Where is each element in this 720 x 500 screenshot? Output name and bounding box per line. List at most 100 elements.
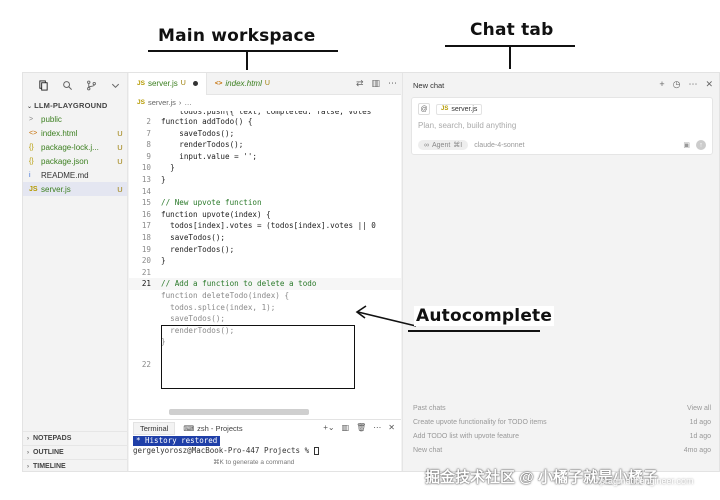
- chevron-right-icon: ›: [27, 463, 29, 470]
- file-name: package-lock.j...: [41, 142, 99, 152]
- code-line: 7 saveTodos();: [146, 128, 235, 138]
- add-terminal-icon[interactable]: +⌄: [323, 423, 334, 432]
- editor-pane: JS server.js U <> index.html U ⇄ ▥ ⋯ JS …: [129, 73, 401, 471]
- history-icon[interactable]: ◷: [673, 79, 681, 90]
- more-icon[interactable]: ⋯: [688, 79, 697, 90]
- terminal-output[interactable]: * History restored gergelyorosz@MacBook-…: [129, 436, 401, 455]
- source-control-icon[interactable]: [85, 79, 97, 91]
- close-icon[interactable]: ✕: [388, 423, 395, 432]
- breadcrumb-file[interactable]: server.js: [148, 98, 176, 107]
- file-name: package.json: [41, 156, 89, 166]
- breadcrumb-symbol[interactable]: …: [184, 98, 192, 107]
- annotation-autocomplete: Autocomplete: [414, 306, 555, 326]
- composer-footer: ∞ Agent ⌘I claude-4-sonnet ▣ ↑: [418, 140, 706, 150]
- code-line: 9 input.value = '';: [146, 151, 258, 161]
- breadcrumb-chevron: ›: [178, 97, 182, 107]
- trash-icon[interactable]: 🗑: [356, 423, 366, 432]
- tab-label: index.html: [225, 79, 262, 88]
- chat-title[interactable]: New chat: [413, 81, 444, 90]
- project-title[interactable]: ⌄ LLM-PLAYGROUND: [23, 97, 127, 112]
- code-line: 20}: [141, 256, 166, 266]
- git-status-badge: U: [180, 80, 186, 87]
- code-line: 17 todos[index].votes = (todos[index].vo…: [141, 221, 376, 231]
- file-name: public: [41, 114, 62, 124]
- file-item-index-html[interactable]: <> index.html U: [23, 126, 127, 140]
- ide-window: ⌄ LLM-PLAYGROUND > public <> index.html …: [22, 72, 720, 472]
- past-chat-item[interactable]: Create upvote functionality for TODO ite…: [413, 415, 711, 429]
- annotation-underline: [148, 50, 338, 52]
- past-chat-item[interactable]: Add TODO list with upvote feature 1d ago: [413, 429, 711, 443]
- code-line: 13}: [141, 174, 166, 184]
- terminal-hint: ⌘K to generate a command: [213, 459, 295, 466]
- past-chats-header: Past chats View all: [413, 405, 711, 412]
- chat-input[interactable]: Plan, search, build anything: [412, 117, 712, 134]
- more-icon[interactable]: ⋯: [373, 423, 381, 432]
- chevron-right-icon: ›: [27, 435, 29, 442]
- more-icon[interactable]: ⋯: [388, 78, 397, 89]
- cursor-icon: [313, 446, 319, 455]
- split-editor-icon[interactable]: ▥: [371, 78, 380, 89]
- annotation-underline: [408, 330, 540, 332]
- file-name: index.html: [41, 128, 78, 138]
- new-chat-icon[interactable]: +: [659, 79, 664, 90]
- js-file-icon: JS: [137, 98, 145, 106]
- autocomplete-highlight-box: [161, 325, 355, 389]
- section-timeline[interactable]: › TIMELINE: [23, 459, 128, 471]
- split-terminal-icon[interactable]: ▥: [342, 423, 350, 432]
- file-item-package-lock[interactable]: {} package-lock.j... U: [23, 140, 127, 154]
- editor-tabs: JS server.js U <> index.html U ⇄ ▥ ⋯: [129, 73, 401, 95]
- agent-mode-selector[interactable]: ∞ Agent ⌘I: [418, 140, 469, 150]
- terminal-shell-selector[interactable]: ⌨ zsh - Projects: [183, 424, 242, 433]
- code-line: 14: [141, 186, 151, 196]
- chevron-down-icon[interactable]: [109, 79, 121, 91]
- git-status-badge: U: [117, 156, 123, 166]
- context-file-chip[interactable]: JS server.js: [436, 103, 483, 115]
- html-file-icon: <>: [214, 80, 223, 87]
- section-notepads[interactable]: › NOTEPADS: [23, 431, 128, 445]
- code-line: 15// New upvote function: [141, 198, 262, 208]
- history-restored-label: * History restored: [133, 436, 221, 446]
- chat-header: New chat + ◷ ⋯ ✕: [403, 73, 719, 97]
- code-line: 10 }: [141, 163, 175, 173]
- send-icon[interactable]: ↑: [696, 140, 706, 150]
- chevron-right-icon: >: [29, 115, 34, 123]
- unsaved-dot-icon[interactable]: [192, 81, 198, 86]
- watermark-url: pragmaticengineer.com: [600, 476, 694, 486]
- file-item-server-js[interactable]: JS server.js U: [23, 182, 127, 196]
- section-outline[interactable]: › OUTLINE: [23, 445, 128, 459]
- tab-terminal[interactable]: Terminal: [133, 421, 176, 435]
- file-item-public[interactable]: > public: [23, 112, 127, 126]
- past-chat-item[interactable]: New chat 4mo ago: [413, 443, 711, 457]
- code-line-current: 21// Add a function to delete a todo: [129, 278, 401, 290]
- file-item-package-json[interactable]: {} package.json U: [23, 154, 127, 168]
- chat-tools: + ◷ ⋯ ✕: [659, 79, 713, 90]
- tab-server-js[interactable]: JS server.js U: [129, 73, 207, 95]
- file-item-readme[interactable]: i README.md: [23, 168, 127, 182]
- model-selector[interactable]: claude-4-sonnet: [474, 142, 524, 149]
- breadcrumb: JS server.js › …: [129, 95, 401, 109]
- js-file-icon: JS: [29, 185, 38, 193]
- chat-composer[interactable]: @ JS server.js Plan, search, build anythi…: [411, 97, 713, 155]
- annotation-main-workspace: Main workspace: [158, 26, 316, 46]
- view-all-link[interactable]: View all: [687, 405, 711, 412]
- compare-icon[interactable]: ⇄: [356, 78, 364, 89]
- js-file-icon: JS: [441, 106, 449, 112]
- code-line: 18 saveTodos();: [141, 232, 226, 242]
- chevron-right-icon: ›: [27, 449, 29, 456]
- files-icon[interactable]: [37, 79, 49, 91]
- json-file-icon: {}: [29, 143, 34, 151]
- image-icon[interactable]: ▣: [683, 141, 690, 149]
- annotation-arrow: [509, 47, 511, 69]
- git-status-badge: U: [117, 128, 123, 138]
- terminal-header: Terminal ⌨ zsh - Projects +⌄ ▥ 🗑 ⋯ ✕: [129, 420, 401, 436]
- search-icon[interactable]: [61, 79, 73, 91]
- horizontal-scrollbar[interactable]: [169, 409, 309, 415]
- file-name: server.js: [41, 184, 71, 194]
- tab-label: server.js: [147, 79, 178, 88]
- tab-index-html[interactable]: <> index.html U: [207, 73, 278, 95]
- terminal-panel: Terminal ⌨ zsh - Projects +⌄ ▥ 🗑 ⋯ ✕ * Hi…: [129, 419, 401, 471]
- mention-icon[interactable]: @: [418, 103, 430, 115]
- annotation-chat-tab: Chat tab: [470, 20, 554, 40]
- infinity-icon: ∞: [424, 141, 429, 149]
- close-icon[interactable]: ✕: [705, 79, 713, 90]
